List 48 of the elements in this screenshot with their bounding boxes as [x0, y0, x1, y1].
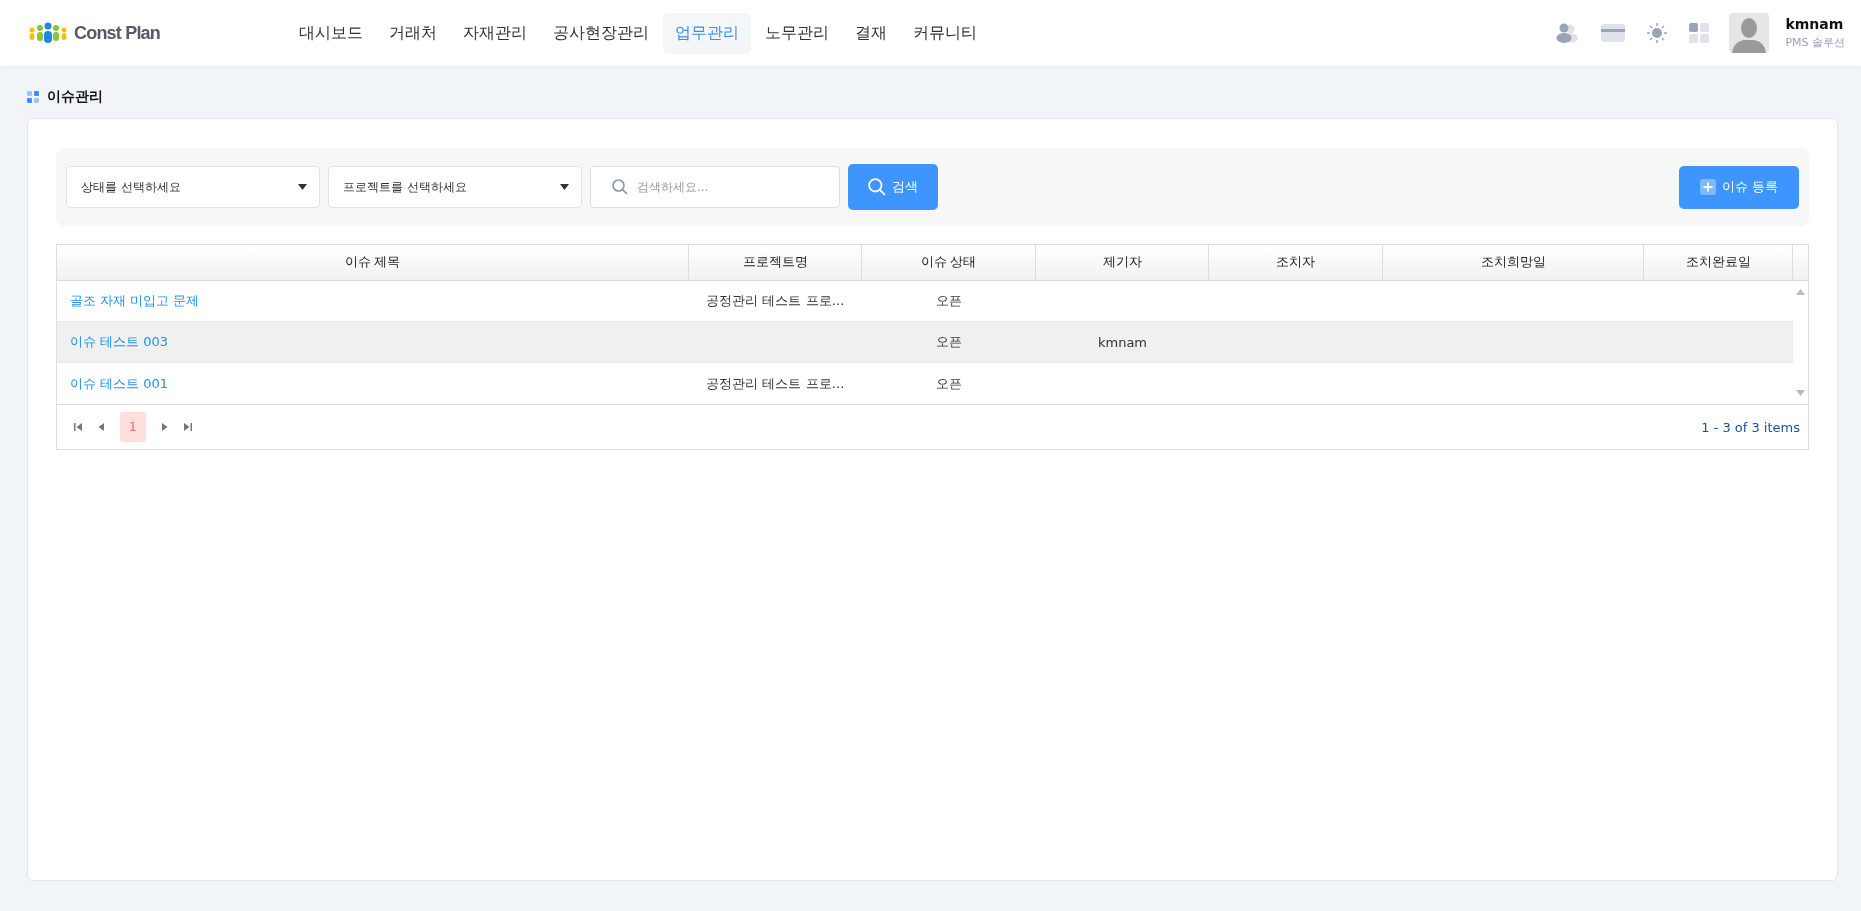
column-header[interactable]: 조치희망일: [1383, 245, 1644, 280]
nav-menu-item[interactable]: 자재관리: [451, 12, 539, 54]
column-header[interactable]: 조치완료일: [1644, 245, 1793, 280]
apps-icon: [27, 91, 39, 103]
next-page-icon[interactable]: [161, 423, 168, 431]
caret-icon: [298, 184, 307, 190]
nav-menu-item[interactable]: 대시보드: [287, 12, 375, 54]
grid-icon[interactable]: [1689, 23, 1710, 43]
table-row[interactable]: 이슈 테스트 003 오픈 kmnam: [57, 322, 1793, 363]
search-icon: [612, 179, 628, 195]
caret-icon: [560, 184, 569, 190]
column-header[interactable]: 프로젝트명: [689, 245, 862, 280]
scroll-down-icon[interactable]: [1796, 390, 1805, 396]
column-header[interactable]: 제기자: [1036, 245, 1209, 280]
nav-menu-item[interactable]: 공사현장관리: [541, 12, 661, 54]
sun-icon[interactable]: [1647, 23, 1668, 43]
nav-menu-item[interactable]: 거래처: [377, 12, 449, 54]
table-cell: 공정관리 테스트 프로…: [706, 292, 845, 310]
page-title: 이슈관리: [47, 88, 103, 106]
scroll-up-icon[interactable]: [1796, 289, 1805, 295]
plus-icon: [1699, 179, 1716, 195]
search-icon: [868, 178, 886, 196]
first-page-icon[interactable]: [74, 423, 82, 431]
card-icon[interactable]: [1601, 24, 1626, 42]
table-cell: 오픈: [936, 333, 962, 351]
column-header[interactable]: 이슈 제목: [57, 245, 689, 280]
previous-page-icon[interactable]: [98, 423, 104, 431]
nav-menu-item[interactable]: 커뮤니티: [901, 12, 989, 54]
logo-icon: [27, 22, 69, 44]
table-cell: 오픈: [936, 292, 962, 310]
column-header[interactable]: 조치자: [1209, 245, 1383, 280]
column-header[interactable]: 이슈 상태: [862, 245, 1036, 280]
table-cell: 오픈: [936, 374, 962, 393]
logo-text: Const Plan: [74, 22, 160, 44]
nav-menu-item[interactable]: 결재: [843, 12, 899, 54]
avatar-icon[interactable]: [1729, 13, 1770, 53]
pager-info: 1 - 3 of 3 items: [1701, 419, 1800, 435]
project-select[interactable]: 프로젝트를 선택하세요: [328, 166, 582, 208]
table-cell: 공정관리 테스트 프로…: [706, 374, 845, 393]
issue-title-link[interactable]: 골조 자재 미입고 문제: [70, 292, 200, 310]
user-role: PMS 솔루션: [1785, 35, 1845, 50]
search-field[interactable]: 검색하세요...: [590, 166, 840, 208]
nav-menu-item[interactable]: 노무관리: [753, 12, 841, 54]
status-select[interactable]: 상태를 선택하세요: [66, 166, 320, 208]
user-name: kmnam: [1785, 16, 1845, 32]
users-icon[interactable]: [1555, 22, 1580, 44]
last-page-icon[interactable]: [183, 423, 192, 431]
table-cell: kmnam: [1097, 334, 1148, 350]
